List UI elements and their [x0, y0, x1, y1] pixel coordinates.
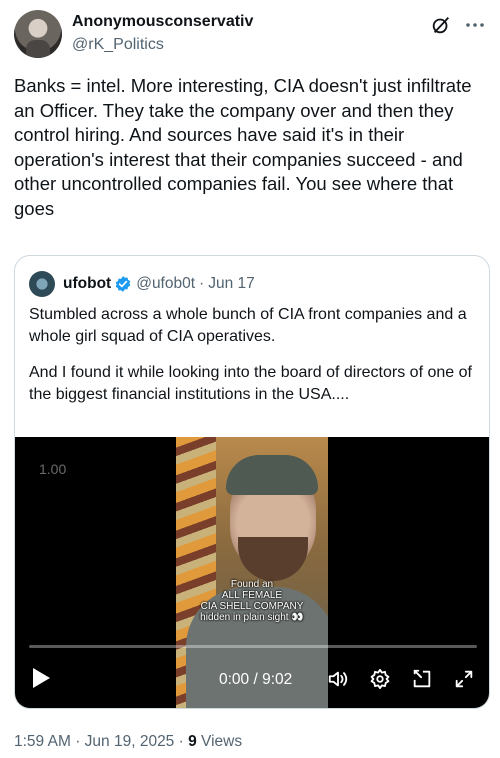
video-caption-line: CIA SHELL COMPANY: [200, 601, 304, 612]
avatar[interactable]: [14, 10, 62, 58]
tweet-time[interactable]: 1:59 AM: [14, 733, 71, 750]
views-count: 9: [188, 733, 197, 750]
playback-rate: 1.00: [39, 461, 67, 477]
video-time: 0:00 / 9:02: [219, 671, 293, 688]
video-caption-line: Found an: [230, 579, 274, 590]
quoted-tweet-header: ufobot @ufob0t · Jun 17: [29, 271, 255, 297]
download-icon[interactable]: [411, 668, 433, 690]
video-caption-line: hidden in plain sight 👀: [200, 612, 304, 623]
tweet-date[interactable]: Jun 19, 2025: [85, 733, 175, 750]
quoted-avatar[interactable]: [29, 271, 55, 297]
video-player[interactable]: 1.00 Found an ALL FEMALE CIA SHELL COMPA…: [15, 437, 489, 708]
quoted-display-name[interactable]: ufobot: [63, 275, 111, 293]
meta-separator: ·: [75, 733, 81, 750]
fullscreen-icon[interactable]: [453, 668, 475, 690]
video-person-cap: [226, 455, 318, 495]
quoted-text: Stumbled across a whole bunch of CIA fro…: [29, 304, 479, 406]
video-caption: Found an ALL FEMALE CIA SHELL COMPANY hi…: [186, 579, 318, 623]
author-display-name[interactable]: Anonymousconservativ: [72, 12, 253, 32]
tweet-header: Anonymousconservativ @rK_Politics: [14, 10, 486, 60]
volume-icon[interactable]: [327, 668, 349, 690]
quoted-separator: ·: [199, 275, 205, 292]
video-caption-line: ALL FEMALE: [221, 590, 283, 601]
quoted-paragraph-1: Stumbled across a whole bunch of CIA fro…: [29, 306, 467, 345]
quoted-date[interactable]: Jun 17: [208, 275, 255, 293]
grok-icon[interactable]: [430, 14, 452, 36]
views-label: Views: [201, 733, 243, 750]
quoted-paragraph-2: And I found it while looking into the bo…: [29, 364, 472, 403]
video-progress-bar[interactable]: [29, 645, 477, 648]
gear-icon[interactable]: [369, 668, 391, 690]
play-icon[interactable]: [31, 667, 51, 689]
author-names: Anonymousconservativ @rK_Politics: [72, 12, 253, 55]
quoted-tweet[interactable]: ufobot @ufob0t · Jun 17 Stumbled across …: [14, 255, 490, 709]
verified-badge-icon: [115, 276, 131, 292]
author-handle[interactable]: @rK_Politics: [72, 35, 253, 55]
meta-separator: ·: [178, 733, 184, 750]
tweet-meta: 1:59 AM · Jun 19, 2025 · 9 Views: [14, 733, 242, 751]
video-person-beard: [238, 537, 308, 581]
quoted-handle[interactable]: @ufob0t: [136, 275, 195, 293]
tweet-text: Banks = intel. More interesting, CIA doe…: [14, 75, 472, 219]
more-icon[interactable]: [464, 16, 486, 34]
video-frame: Found an ALL FEMALE CIA SHELL COMPANY hi…: [176, 437, 328, 708]
